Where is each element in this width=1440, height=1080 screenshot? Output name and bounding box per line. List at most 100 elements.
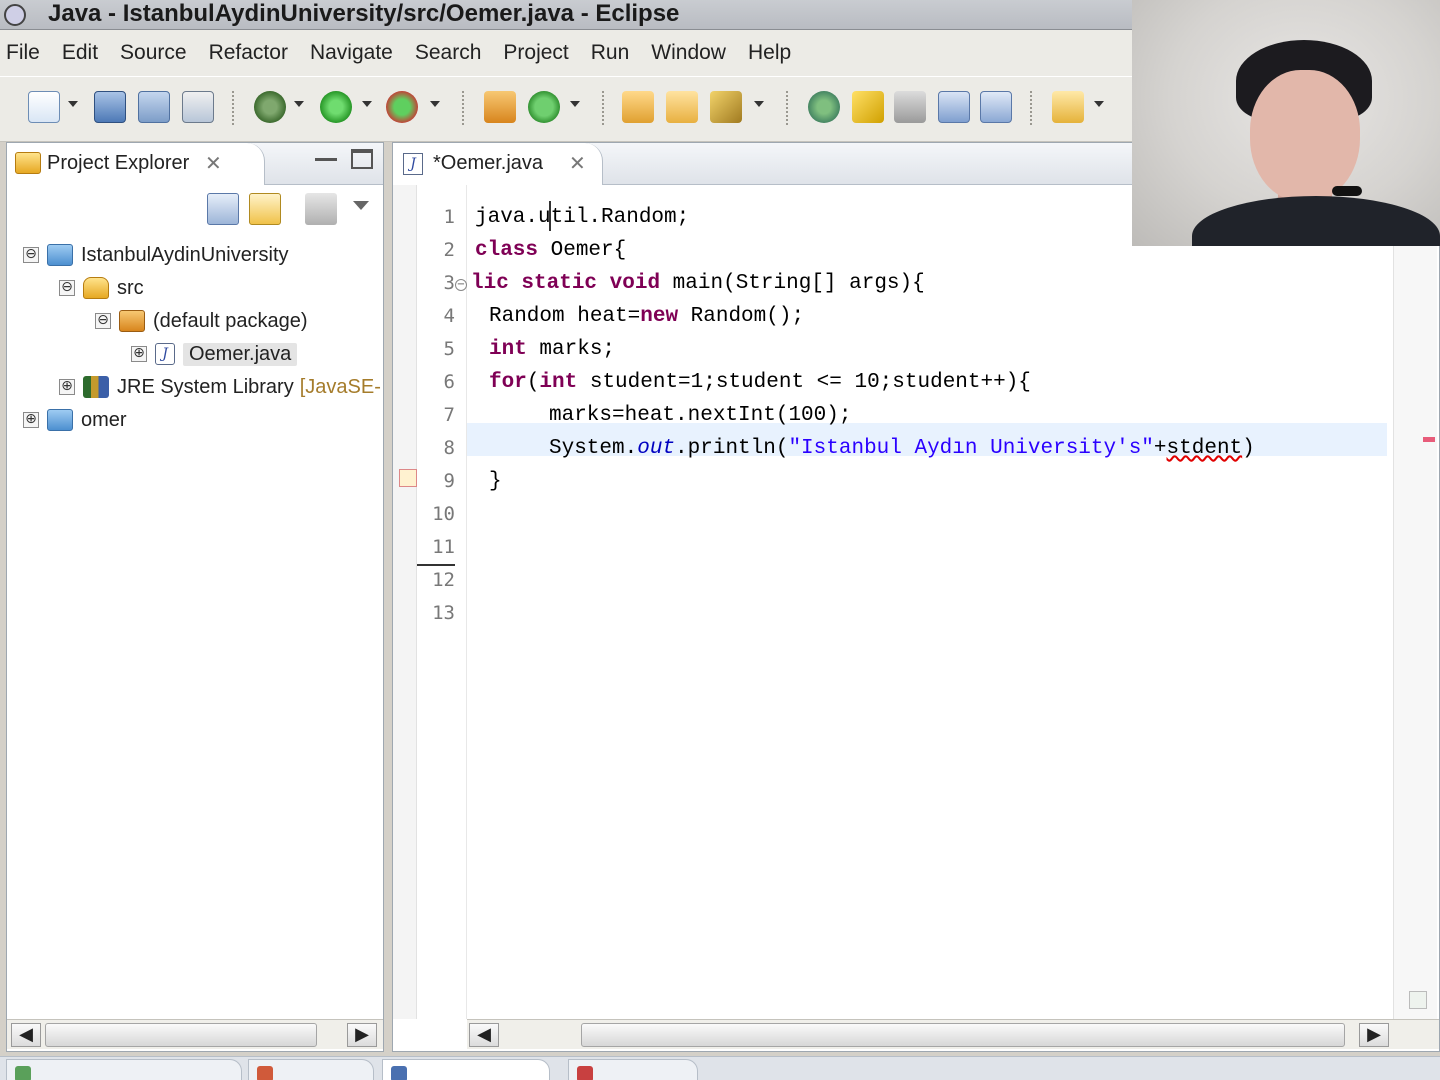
code-line-3[interactable]: lic static void main(String[] args){ xyxy=(471,267,925,300)
code-line-5[interactable]: int marks; xyxy=(489,333,615,366)
close-icon[interactable]: ✕ xyxy=(569,151,586,175)
library-icon xyxy=(83,376,109,398)
menu-run[interactable]: Run xyxy=(591,41,630,65)
project-explorer-icon xyxy=(15,152,41,174)
search-icon[interactable] xyxy=(710,91,742,123)
view-menu-chevron-down-icon[interactable] xyxy=(353,201,369,210)
view-menu-filter-icon[interactable] xyxy=(305,193,337,225)
external-tools-dropdown-icon[interactable] xyxy=(430,101,440,107)
new-java-package-icon[interactable] xyxy=(484,91,516,123)
maximize-icon[interactable] xyxy=(351,149,373,169)
show-whitespace-icon[interactable] xyxy=(938,91,970,123)
code-line-8[interactable]: System.out.println("Istanbul Aydın Unive… xyxy=(549,432,1255,465)
link-with-editor-icon[interactable] xyxy=(249,193,281,225)
code-line-4[interactable]: Random heat=new Random(); xyxy=(489,300,804,333)
view-icon xyxy=(391,1066,407,1080)
tab-bottom-view-3[interactable] xyxy=(382,1059,550,1080)
scroll-left-arrow-icon[interactable]: ◀ xyxy=(11,1023,41,1047)
tree-item-src[interactable]: ⊖ src xyxy=(59,272,144,304)
pilcrow-icon[interactable] xyxy=(980,91,1012,123)
error-underline: stdent xyxy=(1166,437,1243,460)
tab-oemer-java[interactable]: J *Oemer.java ✕ xyxy=(393,143,603,185)
toggle-mark-occurrences-icon[interactable] xyxy=(808,91,840,123)
error-overview-marker[interactable] xyxy=(1423,437,1435,442)
menu-window[interactable]: Window xyxy=(651,41,726,65)
open-type-icon[interactable] xyxy=(622,91,654,123)
tree-item-project[interactable]: ⊖ IstanbulAydinUniversity xyxy=(23,239,289,271)
run-dropdown-icon[interactable] xyxy=(362,101,372,107)
open-task-icon[interactable] xyxy=(666,91,698,123)
new-dropdown-icon[interactable] xyxy=(68,101,78,107)
explorer-horizontal-scrollbar[interactable]: ◀ ▶ xyxy=(7,1019,383,1049)
menu-file[interactable]: File xyxy=(6,41,40,65)
expand-icon[interactable]: ⊕ xyxy=(23,412,39,428)
menu-refactor[interactable]: Refactor xyxy=(209,41,288,65)
close-icon[interactable]: ✕ xyxy=(205,151,222,175)
code-line-9[interactable]: } xyxy=(489,465,502,498)
search-dropdown-icon[interactable] xyxy=(754,101,764,107)
code-line-6[interactable]: for(int student=1;student <= 10;student+… xyxy=(489,366,1031,399)
person-face xyxy=(1250,70,1360,202)
collapse-all-icon[interactable] xyxy=(207,193,239,225)
next-annotation-icon[interactable] xyxy=(1052,91,1084,123)
collapse-icon[interactable]: ⊖ xyxy=(23,247,39,263)
new-wizard-icon[interactable] xyxy=(28,91,60,123)
tree-label: JRE System Library xyxy=(117,375,294,398)
tree-item-omer[interactable]: ⊕ omer xyxy=(23,404,127,436)
run-icon[interactable] xyxy=(320,91,352,123)
window-title: Java - IstanbulAydinUniversity/src/Oemer… xyxy=(48,0,680,27)
scroll-right-arrow-icon[interactable]: ▶ xyxy=(347,1023,377,1047)
code-line-1[interactable]: java.util.Random; xyxy=(475,201,689,234)
new-class-dropdown-icon[interactable] xyxy=(570,101,580,107)
line-number: 5 xyxy=(443,338,455,360)
eclipse-app-icon[interactable] xyxy=(4,4,26,26)
menu-search[interactable]: Search xyxy=(415,41,482,65)
tab-bottom-view-4[interactable] xyxy=(568,1059,698,1080)
scroll-thumb[interactable] xyxy=(581,1023,1345,1047)
error-marker-icon[interactable] xyxy=(399,469,417,487)
new-java-class-icon[interactable] xyxy=(528,91,560,123)
line-number: 10 xyxy=(432,503,455,525)
toggle-block-selection-icon[interactable] xyxy=(894,91,926,123)
tab-bottom-view-1[interactable] xyxy=(6,1059,242,1080)
editor-horizontal-scrollbar[interactable]: ◀ ▶ xyxy=(467,1019,1439,1049)
project-explorer-view: Project Explorer ✕ ⊖ IstanbulAydinUniver… xyxy=(6,142,384,1052)
save-icon[interactable] xyxy=(94,91,126,123)
code-line-2[interactable]: class Oemer{ xyxy=(475,234,626,267)
menu-source[interactable]: Source xyxy=(120,41,187,65)
collapse-icon[interactable]: ⊖ xyxy=(95,313,111,329)
menu-edit[interactable]: Edit xyxy=(62,41,98,65)
overview-status-icon xyxy=(1409,991,1427,1009)
line-number: 4 xyxy=(443,305,455,327)
toggle-highlight-icon[interactable] xyxy=(852,91,884,123)
scroll-left-arrow-icon[interactable]: ◀ xyxy=(469,1023,499,1047)
menu-project[interactable]: Project xyxy=(503,41,568,65)
line-number: 9 xyxy=(443,470,455,492)
debug-dropdown-icon[interactable] xyxy=(294,101,304,107)
java-file-icon: J xyxy=(403,153,423,175)
print-icon[interactable] xyxy=(182,91,214,123)
tree-item-oemer-java[interactable]: ⊕ J Oemer.java xyxy=(131,338,298,370)
collapse-icon[interactable]: ⊖ xyxy=(59,280,75,296)
tree-item-jre-library[interactable]: ⊕ JRE System Library [JavaSE- xyxy=(59,371,381,403)
fold-collapse-icon[interactable]: − xyxy=(455,279,467,291)
minimize-icon[interactable] xyxy=(315,149,337,161)
scroll-right-arrow-icon[interactable]: ▶ xyxy=(1359,1023,1389,1047)
menu-navigate[interactable]: Navigate xyxy=(310,41,393,65)
debug-icon[interactable] xyxy=(254,91,286,123)
overview-ruler[interactable] xyxy=(1393,185,1437,1019)
scroll-thumb[interactable] xyxy=(45,1023,317,1047)
menu-help[interactable]: Help xyxy=(748,41,791,65)
tree-label: src xyxy=(117,276,144,299)
expand-icon[interactable]: ⊕ xyxy=(59,379,75,395)
tree-item-default-package[interactable]: ⊖ (default package) xyxy=(95,305,308,337)
tab-project-explorer[interactable]: Project Explorer ✕ xyxy=(7,143,265,185)
tab-label: *Oemer.java xyxy=(433,152,544,174)
next-annotation-dropdown-icon[interactable] xyxy=(1094,101,1104,107)
expand-icon[interactable]: ⊕ xyxy=(131,346,147,362)
code-line-7[interactable]: marks=heat.nextInt(100); xyxy=(549,399,851,432)
tab-bottom-view-2[interactable] xyxy=(248,1059,374,1080)
save-all-icon[interactable] xyxy=(138,91,170,123)
external-tools-icon[interactable] xyxy=(386,91,418,123)
annotation-ruler[interactable] xyxy=(393,185,417,1019)
